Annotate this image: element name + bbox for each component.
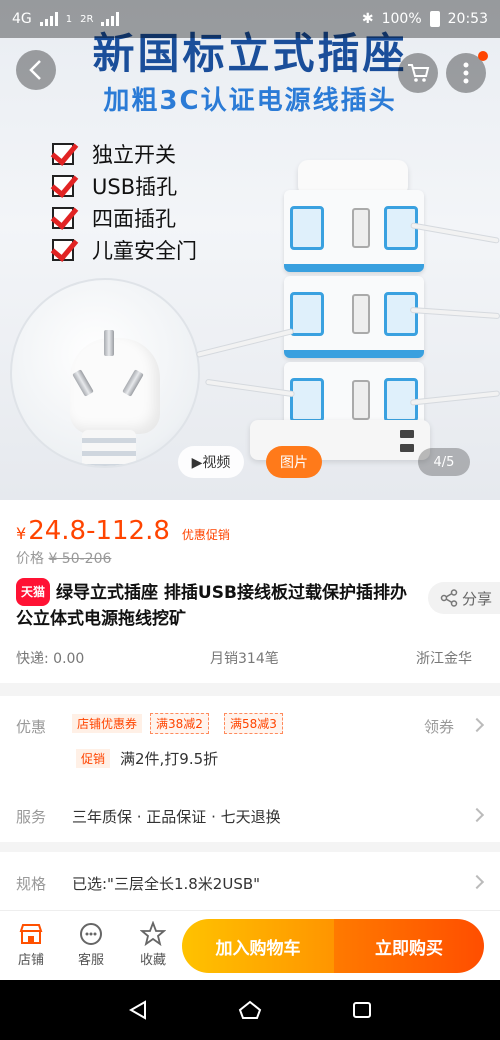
battery-icon (429, 11, 440, 27)
store-button[interactable]: 店铺 (6, 919, 56, 968)
discount-label: 优惠 (16, 718, 47, 736)
photo-tab[interactable]: 图片 (266, 446, 322, 478)
current-price: 24.8-112.8 (28, 516, 170, 546)
customer-service-button[interactable]: 客服 (66, 919, 116, 968)
nav-home-button[interactable] (234, 995, 266, 1025)
checkbox-icon (52, 143, 74, 165)
divider (0, 780, 500, 790)
promo-tag: 优惠促销 (181, 528, 230, 542)
system-nav-bar (0, 980, 500, 1040)
feature-list: 独立开关 USB插孔 四面插孔 儿童安全门 (52, 138, 197, 266)
currency-symbol: ¥ (16, 524, 27, 543)
triangle-back-icon (128, 1000, 146, 1020)
network-indicator: 4G (12, 11, 32, 27)
notification-dot (478, 51, 488, 61)
feature-item: 独立开关 (52, 138, 197, 170)
divider (0, 842, 500, 852)
checkbox-icon (52, 207, 74, 229)
video-tab[interactable]: ▶视频 (178, 446, 244, 478)
claim-coupon-link: 领券 (424, 718, 455, 736)
feature-item: USB插孔 (52, 170, 197, 202)
clock: 20:53 (447, 11, 488, 27)
back-button[interactable] (16, 50, 56, 90)
coupon-badge: 满38减2 (150, 713, 209, 734)
recents-icon (353, 1002, 371, 1018)
more-button[interactable] (446, 51, 488, 93)
signal-icon (39, 12, 58, 26)
coupon-badge: 满58减3 (224, 713, 283, 734)
spec-selected: 已选:"三层全长1.8米2USB" (72, 875, 261, 893)
cart-icon (408, 64, 430, 82)
image-pager: 4/5 (418, 448, 470, 476)
feature-item: 儿童安全门 (52, 234, 197, 266)
plug-closeup-image (10, 278, 200, 468)
favorite-button[interactable]: 收藏 (128, 919, 178, 968)
nav-recents-button[interactable] (346, 995, 378, 1025)
original-price: 价格 ¥ 50-206 (16, 551, 112, 567)
service-label: 服务 (16, 808, 47, 826)
sim-badge: 1 (65, 13, 73, 25)
promo-text: 满2件,打9.5折 (120, 750, 219, 768)
share-icon (440, 589, 458, 607)
checkbox-icon (52, 175, 74, 197)
chat-bubble-icon (80, 923, 102, 945)
signal-icon (101, 12, 120, 26)
shipping-fee: 快递: 0.00 (16, 651, 85, 667)
spec-label: 规格 (16, 875, 47, 893)
star-icon (140, 921, 166, 947)
action-bar: 店铺 客服 收藏 加入购物车 立即购买 (0, 910, 500, 980)
store-icon (19, 924, 43, 944)
status-bar: 4G 1 2R ✱ 100% 20:53 (0, 0, 500, 38)
nav-back-button[interactable] (122, 995, 154, 1025)
add-to-cart-button[interactable]: 加入购物车 (182, 919, 334, 973)
product-title: 天猫 绿导立式插座 排插USB接线板过载保护插排办公立体式电源拖线挖矿 (16, 578, 421, 632)
store-coupon-tag: 店铺优惠券 (72, 714, 143, 733)
network-indicator-2: 2R (80, 13, 94, 25)
tmall-badge: 天猫 (16, 578, 51, 606)
bluetooth-icon: ✱ (361, 11, 374, 27)
product-image-gallery[interactable]: 新国标立式插座 加粗3C认证电源线插头 独立开关 USB插孔 四面插孔 儿童安全… (0, 0, 500, 500)
feature-item: 四面插孔 (52, 202, 197, 234)
battery-level: 100% (381, 11, 422, 27)
promo-tag: 促销 (76, 749, 111, 768)
share-button[interactable]: 分享 (428, 582, 500, 614)
socket-tower-image (280, 160, 430, 450)
more-vertical-icon (463, 62, 469, 84)
monthly-sales: 月销314笔 (210, 651, 279, 667)
home-icon (238, 1000, 262, 1019)
service-text: 三年质保 · 正品保证 · 七天退换 (72, 808, 281, 826)
buy-now-button[interactable]: 立即购买 (334, 919, 484, 973)
chevron-left-icon (29, 60, 41, 80)
price-row: ¥ 24.8-112.8 优惠促销 (16, 516, 230, 546)
ship-from-location: 浙江金华 (416, 651, 472, 667)
checkbox-icon (52, 239, 74, 261)
cart-button[interactable] (398, 53, 438, 93)
